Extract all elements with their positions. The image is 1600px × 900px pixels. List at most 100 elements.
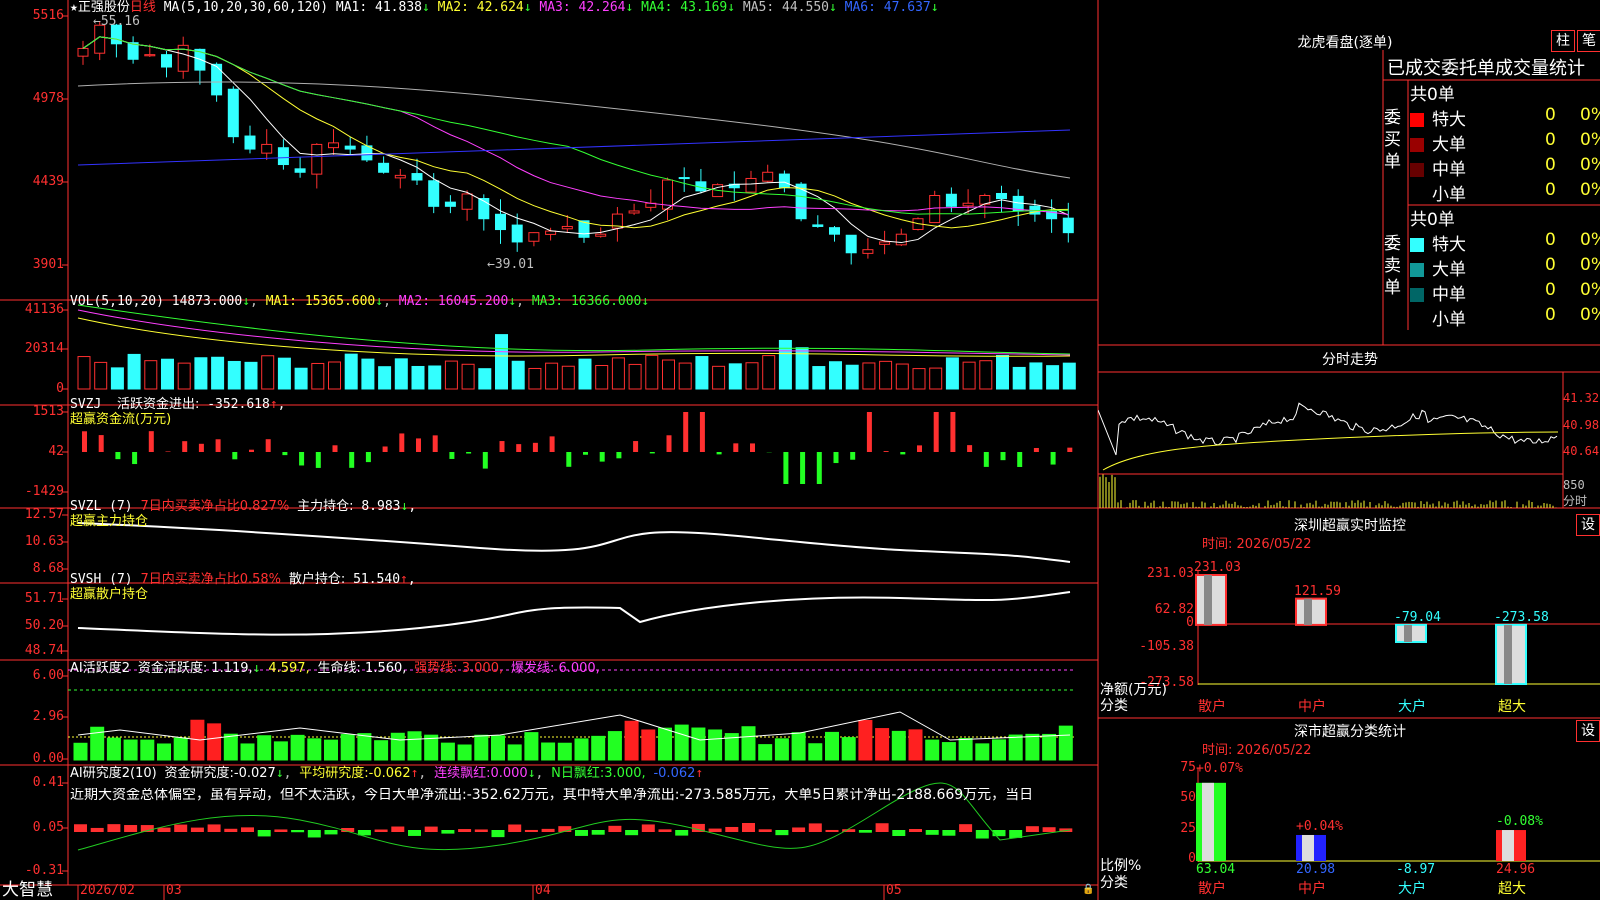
volume-bar	[662, 359, 675, 390]
activity-bar	[357, 733, 372, 761]
volume-bar	[244, 361, 258, 390]
activity-bar	[908, 729, 923, 761]
ma-arrow-2: ↓	[523, 0, 532, 15]
candle	[144, 54, 156, 57]
main-position-line	[77, 522, 1071, 563]
research-bar	[307, 830, 321, 838]
volume-bar	[762, 355, 776, 390]
volume-bar	[110, 367, 124, 390]
fund-flow-bar	[148, 431, 154, 452]
activity-bar	[992, 739, 1006, 761]
sz-monitor-bar-shade	[1404, 624, 1412, 642]
volume-bar	[495, 334, 508, 390]
fund-flow-bar	[1067, 447, 1073, 452]
volume-bar	[545, 362, 559, 390]
intraday-title: 分时走势	[1322, 352, 1378, 368]
price-tick-1: 4978	[32, 91, 64, 106]
candle	[678, 177, 690, 180]
research-bar	[742, 823, 755, 832]
activity-bar	[958, 737, 973, 761]
candle	[411, 173, 423, 181]
candle	[745, 177, 757, 193]
research-bar	[808, 823, 822, 832]
buy-color-swatch	[1410, 188, 1424, 202]
fund-flow-bar	[566, 452, 572, 467]
activity-bar	[223, 733, 238, 761]
candle	[161, 54, 172, 68]
tick-view-button[interactable]: 笔	[1577, 30, 1600, 52]
activity-bar	[1025, 733, 1040, 761]
volume-bar	[328, 361, 341, 390]
research-bar	[959, 824, 973, 832]
volume-bar	[862, 362, 876, 390]
sz-category-change-3: -0.08%	[1496, 814, 1543, 830]
sell-pct: 0%	[1580, 305, 1600, 325]
research-bar	[1042, 827, 1056, 832]
fund-flow-bar	[716, 452, 722, 455]
ma-value-2: MA2: 42.624	[437, 0, 524, 15]
volume-bar	[311, 362, 325, 390]
activity-bar	[641, 729, 656, 761]
candle	[996, 192, 1007, 200]
volume-bar	[695, 356, 709, 390]
sz-monitor-time: 时间: 2026/05/22	[1202, 537, 1312, 552]
research-bar	[224, 828, 238, 832]
candle	[945, 193, 957, 207]
volume-bar	[845, 364, 859, 390]
research-bar	[474, 829, 488, 832]
research-bar	[174, 824, 188, 832]
sz-monitor-tick-1: 62.82	[1154, 602, 1194, 617]
research-bar	[408, 830, 421, 836]
period-label: 日线	[129, 0, 156, 15]
fund-flow-bar	[1050, 452, 1056, 465]
ma-line	[82, 36, 1069, 244]
activity-bar	[324, 739, 338, 761]
buy-pct: 0%	[1580, 105, 1600, 125]
fund-flow-bar	[399, 433, 405, 452]
sz-category-axis-label: 比例%	[1100, 858, 1142, 874]
sz-category-settings-button[interactable]: 设	[1576, 720, 1600, 742]
ai-active-item-3: 强势线: 3.000,	[414, 661, 504, 676]
sz-monitor-category-1: 中户	[1298, 699, 1326, 715]
activity-bar	[73, 742, 88, 761]
activity-bar	[607, 731, 622, 761]
svzj-tick-1: 42	[48, 444, 64, 459]
activity-bar	[524, 732, 539, 761]
volume-bar	[929, 367, 943, 390]
bar-view-button[interactable]: 柱	[1551, 30, 1575, 52]
fund-flow-bar	[549, 436, 555, 452]
sz-category-bar-inner	[1202, 782, 1214, 861]
activity-bar	[440, 742, 455, 761]
volume-bar	[611, 357, 625, 390]
sell-pct: 0%	[1580, 255, 1600, 275]
volume-bar	[378, 366, 392, 390]
volume-bar	[461, 363, 475, 390]
research-bar	[541, 828, 555, 832]
fund-flow-bar	[365, 452, 371, 463]
research-bar	[1025, 826, 1039, 832]
x-label-0: 2026/02	[80, 883, 135, 898]
x-label-1: 03	[166, 883, 182, 898]
volume-bar	[478, 368, 492, 390]
sz-category-value-3: 24.96	[1496, 862, 1536, 877]
vol-header: VOL(5,10,20) 14873.000↓, MA1: 15365.600↓…	[70, 294, 650, 309]
intraday-tick-0: 41.32	[1563, 391, 1600, 405]
lock-icon[interactable]: 🔒	[1082, 883, 1094, 897]
activity-bar	[541, 742, 556, 761]
svsh-header: SVSH (7) 7日内买卖净占比0.58% 散户持仓: 51.540↑,	[70, 572, 416, 587]
candle	[829, 227, 840, 235]
ai-research-item-2: 连续飘红:0.000	[434, 766, 528, 781]
fund-flow-bar	[733, 443, 739, 452]
volume-bar	[261, 355, 275, 390]
research-bar	[458, 829, 472, 832]
activity-bar	[941, 742, 956, 761]
candle	[211, 63, 223, 96]
chart-area[interactable]	[0, 0, 1100, 900]
research-bar	[274, 829, 288, 832]
volume-bar	[578, 358, 592, 390]
sz-monitor-settings-button[interactable]: 设	[1576, 514, 1600, 536]
fund-flow-bar	[449, 452, 455, 459]
vol-ma-3: MA3: 16366.000	[531, 294, 642, 309]
sz-monitor-bar-shade	[1304, 598, 1312, 625]
sell-color-swatch	[1410, 313, 1424, 327]
